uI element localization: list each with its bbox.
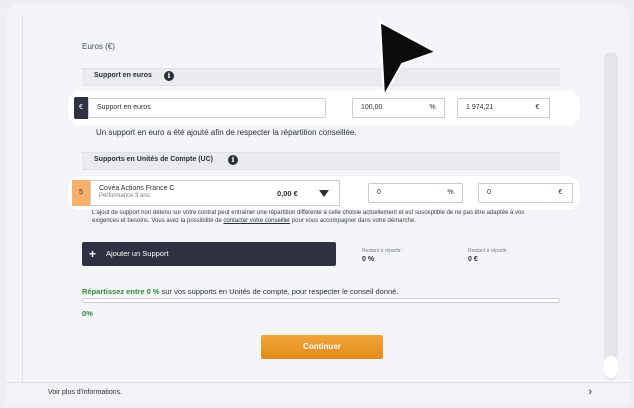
uc-support-header-label: Supports en Unités de Compte (UC) <box>94 156 214 163</box>
contact-advisor-link[interactable]: contacter votre conseiller <box>223 218 290 224</box>
caret-down-icon[interactable] <box>319 190 329 197</box>
euro-percent-input[interactable]: 100,00 <box>352 98 422 118</box>
add-support-button[interactable]: + Ajouter un Support <box>82 242 336 266</box>
euro-support-note: Un support en euro a été ajouté afin de … <box>96 128 357 137</box>
fund-index-badge: 5 <box>72 180 90 206</box>
more-info-bar[interactable]: Voir plus d'informations. › <box>6 382 630 405</box>
euro-percent-unit: % <box>421 98 445 118</box>
repartition-prefix: Répartissez entre 0 % <box>82 287 160 296</box>
remaining-amount-value: 0 € <box>468 256 478 263</box>
scrollbar-thumb[interactable] <box>604 356 618 378</box>
repartition-progress-label: 0% <box>82 309 93 318</box>
plus-icon: + <box>89 247 97 261</box>
remaining-percent: Restant à répartir : 0 % <box>362 248 403 263</box>
fund-select[interactable]: Covéa Actions France C Performance 3 ans… <box>90 180 340 206</box>
scrollbar-track[interactable] <box>604 52 618 380</box>
euro-support-header-label: Support en euros <box>94 72 152 79</box>
more-info-label: Voir plus d'informations. <box>48 389 123 396</box>
mouse-cursor-icon <box>379 21 437 97</box>
remaining-amount-label: Restant à répartir : <box>468 248 510 254</box>
remaining-amount: Restant à répartir : 0 € <box>468 248 509 263</box>
repartition-text: Répartissez entre 0 % sur vos supports e… <box>82 287 398 296</box>
warning-tail: pour vous accompagner dans votre démarch… <box>290 217 416 224</box>
euro-amount-input[interactable]: 1 974,21 <box>457 98 527 118</box>
fund-name: Covéa Actions France C <box>99 185 175 192</box>
uc-amount-unit: € <box>549 183 573 203</box>
euro-support-header: Support en euros i <box>82 68 560 86</box>
section-title: Euros (€) <box>82 42 115 51</box>
euro-support-name-field[interactable]: Support en euros <box>88 98 326 118</box>
uc-percent-unit: % <box>439 183 463 203</box>
remaining-percent-value: 0 % <box>362 256 375 263</box>
fund-amount: 0,00 € <box>277 189 298 198</box>
uc-amount-input[interactable]: 0 <box>478 183 550 203</box>
add-support-label: Ajouter un Support <box>106 249 169 258</box>
info-icon[interactable]: i <box>228 155 238 165</box>
warning-text: L'ajout de support non détenu sur votre … <box>92 210 552 225</box>
repartition-suffix: sur vos supports en Unités de compte, po… <box>159 287 399 296</box>
continue-button[interactable]: Continuer <box>261 335 383 359</box>
chevron-right-icon: › <box>588 386 592 398</box>
info-icon[interactable]: i <box>164 71 174 81</box>
remaining-percent-label: Restant à répartir : <box>362 248 404 254</box>
repartition-progress-bar <box>82 298 560 303</box>
fund-performance: Performance 3 ans: <box>99 193 152 199</box>
uc-support-header: Supports en Unités de Compte (UC) i <box>82 152 560 170</box>
uc-percent-input[interactable]: 0 <box>368 183 440 203</box>
euro-amount-unit: € <box>526 98 550 118</box>
euro-badge: € <box>74 97 88 119</box>
